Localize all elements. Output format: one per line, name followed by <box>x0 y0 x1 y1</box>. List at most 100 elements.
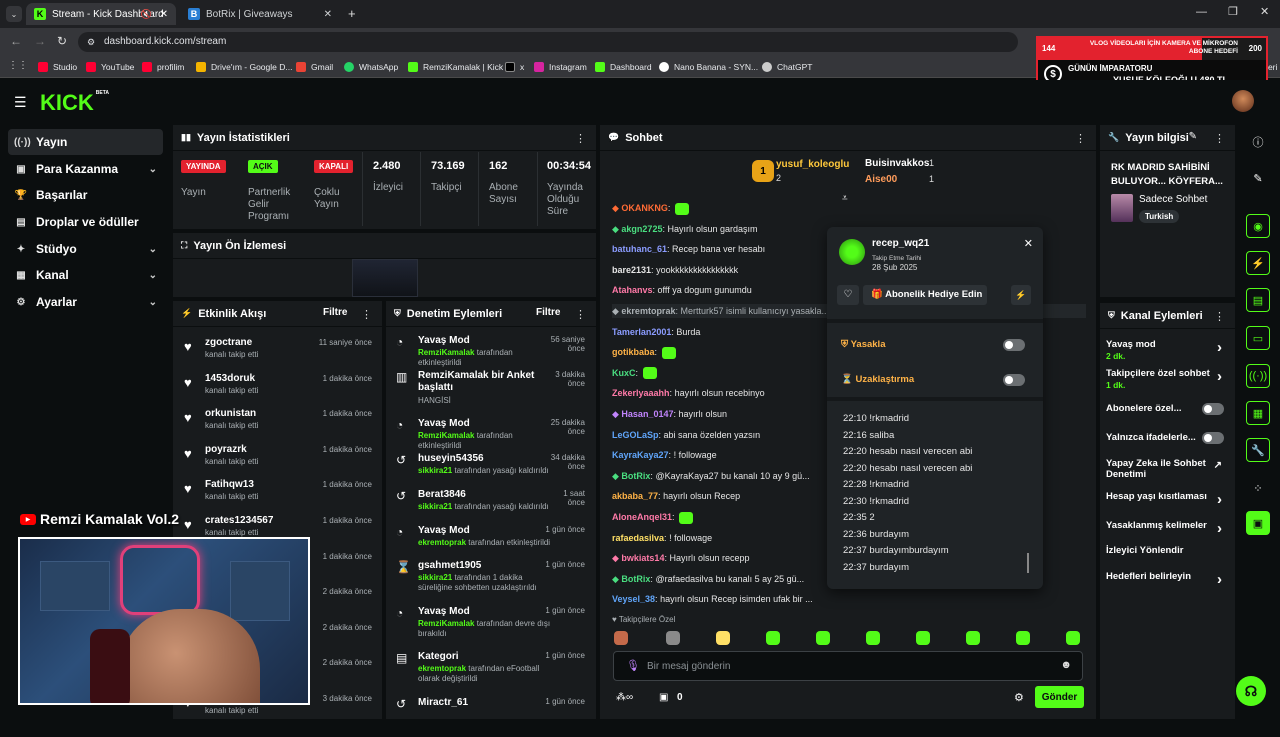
chat-settings-icon[interactable]: ⚙ <box>1014 691 1024 704</box>
moderation-row[interactable]: ◔ Yavaş Mod RemziKamalak tarafından devre … <box>393 606 593 646</box>
activity-row[interactable]: ♥ 1453doruk kanalı takip etti 1 dakika önce <box>180 369 380 405</box>
channel-action-item[interactable]: Hesap yaşı kısıtlaması › <box>1106 491 1228 508</box>
tab-search-icon[interactable]: ⌄ <box>6 6 22 22</box>
channel-action-item[interactable]: Yalnızca ifadelerle... <box>1106 432 1228 444</box>
emote-icon[interactable] <box>614 631 628 645</box>
activity-username[interactable]: crates1234567 <box>205 515 273 526</box>
chat-username[interactable]: bare2131 <box>612 265 651 275</box>
mute-icon[interactable]: 🔇 <box>141 9 152 20</box>
emote-icon[interactable] <box>1016 631 1030 645</box>
channel-action-item[interactable]: Abonelere özel... <box>1106 403 1228 415</box>
activity-username[interactable]: zgoctrane <box>205 337 252 348</box>
window-close-icon[interactable]: ✕ <box>1260 5 1269 18</box>
channel-action-item[interactable]: Yapay Zeka ile Sohbet Denetimi ↗ <box>1106 458 1228 480</box>
close-tab-icon[interactable]: ✕ <box>324 9 332 20</box>
new-tab-icon[interactable]: + <box>348 6 356 21</box>
bookmark-kick[interactable]: RemziKamalak | Kick <box>408 60 503 74</box>
moderation-row[interactable]: ▤ Kategori ekremtoprak tarafından eFootbal… <box>393 651 593 691</box>
bookmark-youtube[interactable]: YouTube <box>86 60 134 74</box>
activity-filter-button[interactable]: Filtre <box>323 307 347 318</box>
chat-username[interactable]: akbaba_77 <box>612 491 658 501</box>
chat-message[interactable]: Veysel_38: hayırlı olsun Recep isimden u… <box>612 592 1092 606</box>
bookmark-x[interactable]: x <box>505 60 524 74</box>
timeout-toggle[interactable] <box>1003 374 1025 386</box>
edit-icon[interactable]: ✎ <box>1189 131 1197 142</box>
gift-subscription-button[interactable]: 🎁 Abonelik Hediye Edin <box>863 285 987 305</box>
bookmark-profilim[interactable]: profilim <box>142 60 184 74</box>
address-bar[interactable]: ⚙ dashboard.kick.com/stream <box>78 32 1018 52</box>
emote-icon[interactable] <box>766 631 780 645</box>
support-icon[interactable]: ☊ <box>1236 676 1266 706</box>
kick-logo[interactable]: KICK BETA <box>40 90 109 116</box>
moderation-actor[interactable]: ekremtoprak <box>418 664 466 673</box>
chat-username[interactable]: KayraKaya27 <box>612 450 669 460</box>
reload-icon[interactable]: ↻ <box>57 34 67 48</box>
document-icon[interactable]: ▤ <box>1246 288 1270 312</box>
info-icon[interactable]: ⓘ <box>1246 130 1270 154</box>
channel-action-item[interactable]: Takipçilere özel sohbet 1 dk. › <box>1106 368 1228 390</box>
channel-action-toggle[interactable] <box>1202 432 1224 444</box>
chat-points-icon[interactable]: ⁂∞ <box>616 692 633 703</box>
top-gifter-name[interactable]: yusuf_koleoglu <box>776 159 849 170</box>
moderation-row[interactable]: ↺ Miractr_61 1 gün önce <box>393 697 593 737</box>
chat-username[interactable]: Hasan_0147 <box>621 409 673 419</box>
window-minimize-icon[interactable]: — <box>1196 6 1207 18</box>
chat-username[interactable]: Atahanvs <box>612 285 653 295</box>
mod-action-button[interactable]: ⚡ <box>1011 285 1031 305</box>
moderation-row[interactable]: ◔ Yavaş Mod RemziKamalak tarafından etkinl… <box>393 418 593 458</box>
channel-action-item[interactable]: Yavaş mod 2 dk. › <box>1106 339 1228 361</box>
moderation-filter-button[interactable]: Filtre <box>536 307 560 318</box>
category-name[interactable]: Sadece Sohbet <box>1139 194 1207 205</box>
moderation-row[interactable]: ↺ huseyin54356 sikkira21 tarafından yasağı… <box>393 453 593 493</box>
bookmark-instagram[interactable]: Instagram <box>534 60 587 74</box>
emote-icon[interactable] <box>716 631 730 645</box>
kebab-icon[interactable]: ⋮ <box>575 132 586 145</box>
close-icon[interactable]: ✕ <box>1024 237 1033 250</box>
wrench-icon[interactable]: 🔧 <box>1246 438 1270 462</box>
emote-icon[interactable] <box>916 631 930 645</box>
chat-icon[interactable]: ▭ <box>1246 326 1270 350</box>
kebab-icon[interactable]: ⋮ <box>1214 132 1225 145</box>
send-button[interactable]: Gönder <box>1035 686 1084 708</box>
language-tag[interactable]: Turkish <box>1139 210 1180 223</box>
sidebar-item-kanal[interactable]: ▦ Kanal ⌄ <box>8 262 163 288</box>
activity-row[interactable]: ♥ zgoctrane kanalı takip etti 11 saniye önc… <box>180 333 380 369</box>
kebab-icon[interactable]: ⋮ <box>361 308 372 321</box>
apps-icon[interactable]: ⋮⋮ <box>8 60 28 71</box>
moderation-actor[interactable]: sikkira21 <box>418 466 452 475</box>
emote-icon[interactable] <box>966 631 980 645</box>
kebab-icon[interactable]: ⋮ <box>1075 132 1086 145</box>
chat-username[interactable]: Tamerlan2001 <box>612 327 671 337</box>
chat-username[interactable]: KuxC <box>612 368 636 378</box>
window-restore-icon[interactable]: ❐ <box>1228 5 1238 18</box>
broadcast-icon[interactable]: ((·)) <box>1246 364 1270 388</box>
moderation-row[interactable]: ◔ Yavaş Mod ekremtoprak tarafından etkinle… <box>393 525 593 565</box>
chat-message[interactable]: ◆ OKANKNG: <box>612 201 1092 215</box>
chat-username[interactable]: bwkiats14 <box>621 553 664 563</box>
emote-icon[interactable] <box>1066 631 1080 645</box>
extension-icon[interactable]: ▣ <box>1246 511 1270 535</box>
activity-row[interactable]: ♥ poyrazrk kanalı takip etti 1 dakika önce <box>180 440 380 476</box>
camera-icon[interactable]: ◉ <box>1246 214 1270 238</box>
tab-botrix[interactable]: B BotRix | Giveaways ✕ <box>180 3 340 25</box>
moderation-actor[interactable]: RemziKamalak <box>418 431 474 440</box>
top-gifter-badge[interactable]: 1 <box>752 160 774 182</box>
bolt-icon[interactable]: ⚡ <box>1246 251 1270 275</box>
activity-row[interactable]: ♥ Fatihqw13 kanalı takip etti 1 dakika önce <box>180 475 380 511</box>
chat-username[interactable]: OKANKNG <box>621 203 668 213</box>
sidebar-item-studyo[interactable]: ✦ Stüdyo ⌄ <box>8 236 163 262</box>
menu-icon[interactable]: ☰ <box>14 94 27 111</box>
sidebar-item-basarilar[interactable]: 🏆 Başarılar <box>8 182 163 208</box>
emote-icon[interactable] <box>666 631 680 645</box>
chat-username[interactable]: LeGOLaSp <box>612 430 659 440</box>
bookmark-nano-banana[interactable]: Nano Banana - SYN... <box>659 60 758 74</box>
emote-icon[interactable] <box>866 631 880 645</box>
moderation-actor[interactable]: RemziKamalak <box>418 348 474 357</box>
stream-preview-thumbnail[interactable] <box>352 259 418 297</box>
activity-username[interactable]: poyrazrk <box>205 444 247 455</box>
bookmark-dashboard[interactable]: Dashboard <box>595 60 652 74</box>
activity-username[interactable]: orkunistan <box>205 408 256 419</box>
moderation-actor[interactable]: ekremtoprak <box>418 538 466 547</box>
chat-username[interactable]: Veysel_38 <box>612 594 655 604</box>
chat-username[interactable]: ekremtoprak <box>621 306 675 316</box>
